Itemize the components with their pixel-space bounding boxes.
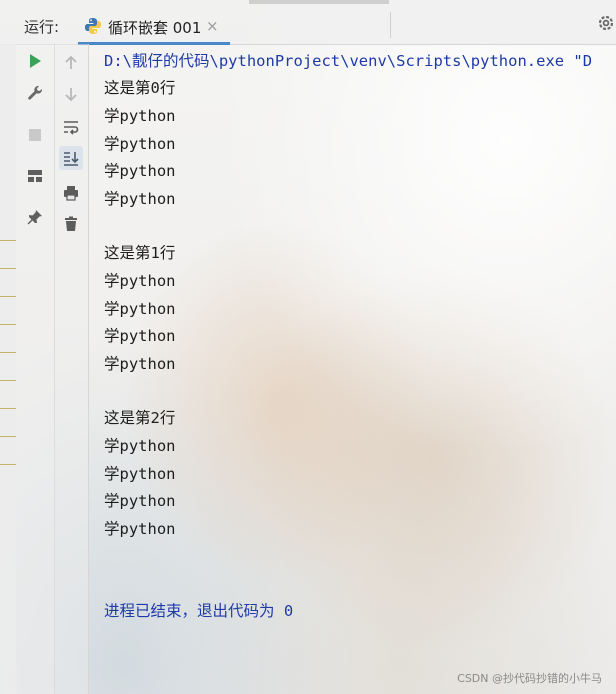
next-occurrence-button[interactable]: [59, 82, 83, 106]
edit-config-button[interactable]: [23, 81, 47, 105]
output-line: 这是第1行: [104, 244, 176, 262]
output-line: 学python: [104, 520, 176, 538]
down-arrow-icon: [65, 88, 77, 102]
previous-occurrence-button[interactable]: [59, 51, 83, 75]
exit-message: 进程已结束，退出代码为 0: [104, 602, 294, 620]
marker-line: [0, 464, 16, 465]
watermark: CSDN @抄代码抄错的小牛马: [457, 672, 602, 685]
stop-icon: [29, 129, 41, 141]
command-line: D:\靓仔的代码\pythonProject\venv\Scripts\pyth…: [104, 52, 593, 70]
up-arrow-icon: [65, 55, 77, 69]
marker-line: [0, 408, 16, 409]
tab-run-config[interactable]: 循环嵌套 001 ×: [78, 8, 230, 45]
pin-icon: [27, 210, 42, 225]
marker-line: [0, 436, 16, 437]
layout-button[interactable]: [23, 164, 47, 188]
scroll-to-end-button[interactable]: [59, 146, 83, 170]
output-line: 学python: [104, 437, 176, 455]
python-icon: [85, 18, 101, 34]
output-line: 学python: [104, 107, 176, 125]
pin-button[interactable]: [23, 205, 47, 229]
clear-all-button[interactable]: [59, 212, 83, 236]
console-actions-column: [55, 44, 89, 694]
console-output[interactable]: D:\靓仔的代码\pythonProject\venv\Scripts\pyth…: [104, 44, 616, 694]
output-line: 学python: [104, 135, 176, 153]
marker-line: [0, 240, 16, 241]
marker-line: [0, 324, 16, 325]
marker-line: [0, 380, 16, 381]
gear-icon[interactable]: [596, 13, 616, 33]
output-line: 这是第2行: [104, 409, 176, 427]
layout-icon: [28, 170, 42, 182]
output-line: 这是第0行: [104, 79, 176, 97]
soft-wrap-icon: [64, 121, 79, 135]
run-toolwindow-header: 运行: 循环嵌套 001 ×: [0, 0, 616, 45]
output-line: 学python: [104, 492, 176, 510]
output-line: 学python: [104, 300, 176, 318]
divider: [390, 12, 391, 38]
print-button[interactable]: [59, 181, 83, 205]
output-line: 学python: [104, 465, 176, 483]
stop-button[interactable]: [23, 123, 47, 147]
marker-line: [0, 296, 16, 297]
wrench-icon: [28, 85, 43, 100]
soft-wrap-button[interactable]: [59, 115, 83, 139]
run-actions-column: [16, 44, 55, 694]
output-line: 学python: [104, 355, 176, 373]
output-line: 学python: [104, 272, 176, 290]
rerun-button[interactable]: [23, 49, 47, 73]
trash-icon: [65, 216, 77, 231]
output-line: 学python: [104, 327, 176, 345]
close-icon[interactable]: ×: [206, 17, 219, 35]
marker-line: [0, 268, 16, 269]
output-line: 学python: [104, 190, 176, 208]
run-icon: [30, 54, 41, 68]
print-icon: [64, 186, 78, 201]
tab-title: 循环嵌套 001: [108, 19, 202, 37]
marker-line: [0, 352, 16, 353]
scroll-to-end-icon: [64, 152, 79, 166]
splitter: [249, 0, 389, 4]
run-label: 运行:: [24, 18, 60, 36]
editor-edge: [0, 44, 16, 694]
output-line: 学python: [104, 162, 176, 180]
